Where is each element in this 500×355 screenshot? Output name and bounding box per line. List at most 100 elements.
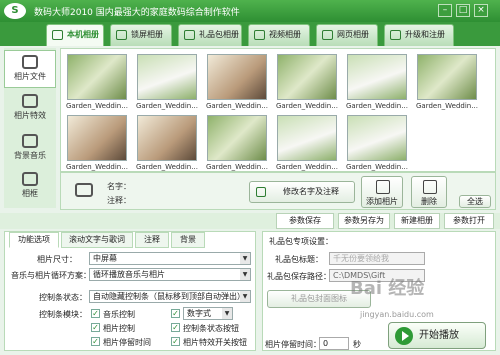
photo-thumbnail[interactable] <box>67 115 127 161</box>
gift-title-label: 礼品包标题： <box>275 255 323 264</box>
photo-thumbnail[interactable] <box>347 115 407 161</box>
name-label: 名字： <box>107 182 131 191</box>
add-photo-icon <box>376 180 390 194</box>
param-open-button[interactable]: 参数打开 <box>444 213 494 229</box>
delete-label: 删除 <box>421 197 437 206</box>
start-play-label: 开始播放 <box>419 330 459 341</box>
film-icon <box>254 30 265 40</box>
options-panel: 功能选项 滚动文字与歌词 注释 背景 相片尺寸： 中屏幕 ▼ 音乐与相片循环方案：… <box>4 231 256 351</box>
photo-label: Garden_Weddin... <box>66 163 128 171</box>
photo-label: Garden_Weddin... <box>416 102 478 110</box>
loop-select[interactable]: 循环播放音乐与相片 ▼ <box>89 268 251 281</box>
add-photo-button[interactable]: 添加相片 <box>361 176 403 208</box>
gift-icon <box>184 30 195 40</box>
photo-label: Garden_Weddin... <box>66 102 128 110</box>
camera-icon <box>52 30 63 40</box>
tab-notes[interactable]: 注释 <box>135 232 169 248</box>
tab-gift-album[interactable]: 礼品包相册 <box>178 24 242 46</box>
photo-thumbnail[interactable] <box>67 54 127 100</box>
title-bar: S 数码大师2010 国内最强大的家庭数码综合制作软件 – □ × <box>0 0 500 22</box>
rename-button[interactable]: 修改名字及注释 <box>249 181 355 203</box>
sidebar-item-background-music[interactable]: 背景音乐 <box>4 130 56 168</box>
sidebar-item-label: 背景音乐 <box>14 151 46 160</box>
add-photo-label: 添加相片 <box>366 197 398 206</box>
effects-icon <box>22 94 38 108</box>
tab-function-options[interactable]: 功能选项 <box>9 232 59 248</box>
control-select[interactable]: 自动隐藏控制条（鼠标移到顶部自动弹出） ▼ <box>89 290 251 303</box>
tab-web-album[interactable]: 网页相册 <box>316 24 378 46</box>
chevron-down-icon: ▼ <box>240 269 250 280</box>
param-save-button[interactable]: 参数保存 <box>276 213 334 229</box>
gift-title-input[interactable]: 千无份要领给我 <box>329 252 425 265</box>
photo-label: Garden_Weddin... <box>276 163 338 171</box>
module-label: 控制条模块： <box>39 310 87 319</box>
size-select[interactable]: 中屏幕 ▼ <box>89 252 251 265</box>
stay-time-input[interactable]: 0 <box>319 337 349 350</box>
effect-switch-checkbox[interactable]: ✓ <box>171 337 180 346</box>
watermark-url: jingyan.baidu.com <box>360 310 434 319</box>
music-control-checkbox[interactable]: ✓ <box>91 309 100 318</box>
close-button[interactable]: × <box>474 4 488 17</box>
window-title: 数码大师2010 国内最强大的家庭数码综合制作软件 <box>34 8 240 18</box>
tab-background[interactable]: 背景 <box>171 232 205 248</box>
minimize-button[interactable]: – <box>438 4 452 17</box>
sidebar-item-photo-effects[interactable]: 相片特效 <box>4 90 56 128</box>
chevron-down-icon: ▼ <box>222 308 232 319</box>
loop-value: 循环播放音乐与相片 <box>93 270 165 279</box>
trash-icon <box>423 180 437 194</box>
select-all-button[interactable]: 全选 <box>459 195 491 208</box>
control-value: 自动隐藏控制条（鼠标移到顶部自动弹出） <box>93 292 245 301</box>
digital-style-select[interactable]: 数字式 ▼ <box>183 307 233 320</box>
main-tabs: 本机相册 锁屏相册 礼品包相册 视频相册 网页相册 升级和注册 <box>0 22 500 46</box>
photo-info-bar: 名字： 注释： 修改名字及注释 添加相片 删除 全选 <box>60 172 496 210</box>
tab-upgrade-register[interactable]: 升级和注册 <box>384 24 454 46</box>
photo-label: Garden_Weddin... <box>136 102 198 110</box>
param-save-as-button[interactable]: 参数另存为 <box>338 213 390 229</box>
tab-video-album[interactable]: 视频相册 <box>248 24 310 46</box>
watermark: Bai 经验 <box>350 278 425 299</box>
stay-time-unit: 秒 <box>353 340 361 349</box>
photo-thumbnail[interactable] <box>207 54 267 100</box>
tab-scroll-text[interactable]: 滚动文字与歌词 <box>61 232 133 248</box>
stay-time-label: 相片停留时间： <box>265 340 321 349</box>
photo-thumbnail[interactable] <box>277 54 337 100</box>
sidebar-item-photo-files[interactable]: 相片文件 <box>4 50 56 88</box>
size-value: 中屏幕 <box>93 254 117 263</box>
delete-button[interactable]: 删除 <box>411 176 447 208</box>
photo-label: Garden_Weddin... <box>136 163 198 171</box>
photo-thumbnail[interactable] <box>137 115 197 161</box>
digital-checkbox[interactable]: ✓ <box>171 309 180 318</box>
photo-label: Garden_Weddin... <box>276 102 338 110</box>
chevron-down-icon: ▼ <box>240 291 250 302</box>
photo-thumbnail[interactable] <box>137 54 197 100</box>
photo-stay-checkbox[interactable]: ✓ <box>91 337 100 346</box>
gift-path-label: 礼品包保存路径： <box>267 272 331 281</box>
new-album-button[interactable]: 新建相册 <box>394 213 440 229</box>
checkbox-label: 相片停留时间 <box>103 338 151 347</box>
photo-thumbnail[interactable] <box>347 54 407 100</box>
photo-label: Garden_Weddin... <box>206 102 268 110</box>
sidebar-item-label: 相片文件 <box>14 72 46 81</box>
folder-icon <box>22 55 38 69</box>
maximize-button[interactable]: □ <box>456 4 470 17</box>
frame-icon <box>22 172 38 186</box>
start-play-button[interactable]: 开始播放 <box>388 322 486 349</box>
photo-thumbnail[interactable] <box>207 115 267 161</box>
tab-lockscreen-album[interactable]: 锁屏相册 <box>110 24 172 46</box>
photo-thumbnail[interactable] <box>277 115 337 161</box>
checkbox-label: 相片控制 <box>103 324 135 333</box>
tab-label: 锁屏相册 <box>131 30 163 39</box>
param-toolbar: 参数保存 参数另存为 新建相册 参数打开 <box>0 213 500 229</box>
photo-label: Garden_Weddin... <box>206 163 268 171</box>
checkbox-label: 控制条状态按钮 <box>183 324 239 333</box>
tab-local-album[interactable]: 本机相册 <box>46 24 104 46</box>
photo-control-checkbox[interactable]: ✓ <box>91 323 100 332</box>
music-note-icon <box>22 134 38 148</box>
photo-thumbnail[interactable] <box>417 54 477 100</box>
control-status-checkbox[interactable]: ✓ <box>171 323 180 332</box>
loop-label: 音乐与相片循环方案： <box>11 271 91 280</box>
sidebar-item-frame[interactable]: 相框 <box>4 168 56 206</box>
size-label: 相片尺寸： <box>37 255 77 264</box>
monitor-icon <box>116 30 127 40</box>
sidebar-item-label: 相片特效 <box>14 111 46 120</box>
